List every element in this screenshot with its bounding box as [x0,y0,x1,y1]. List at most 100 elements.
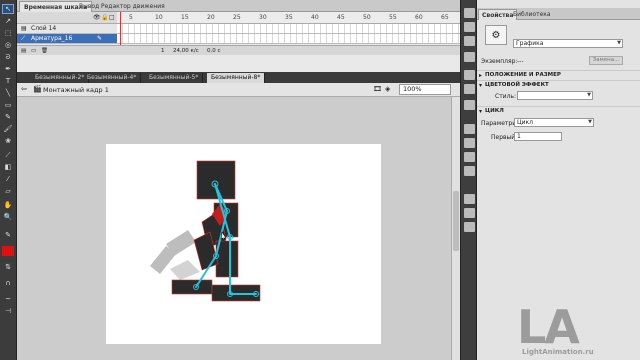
hand-tool-icon[interactable]: ✋ [2,200,14,210]
ruler-tick: 15 [181,14,189,21]
panel-icon[interactable] [464,84,475,94]
panel-icon[interactable] [464,8,475,18]
layer-name: Слой 14 [31,25,57,32]
ruler-tick: 35 [285,14,293,21]
symbol-type-select[interactable]: Графика [513,39,623,48]
stage-canvas[interactable] [106,144,381,344]
ruler-tick: 30 [259,14,267,21]
section-position-size[interactable]: ПОЛОЖЕНИЕ И РАЗМЕР [477,70,640,80]
back-arrow-icon[interactable]: ⇦ [21,85,27,93]
panel-icon[interactable] [464,194,475,204]
eraser-tool-icon[interactable]: ▱ [2,186,14,196]
selection-tool-icon[interactable]: ↖ [2,4,14,14]
panel-icon[interactable] [464,22,475,32]
panel-icon-strip [460,0,477,360]
ruler-tick: 25 [233,14,241,21]
line-tool-icon[interactable]: ╲ [2,88,14,98]
foot-shape[interactable] [171,279,213,295]
timeline-empty-area [17,55,460,72]
section-color-effect[interactable]: ЦВЕТОВОЙ ЭФФЕКТ [477,80,640,90]
style-select[interactable] [517,91,593,100]
torso-shape[interactable] [196,160,236,200]
graphic-symbol-icon: ⚙ [485,25,507,45]
frames-row[interactable] [117,34,460,44]
panel-icon[interactable] [464,166,475,176]
3d-rotation-tool-icon[interactable]: ◎ [2,40,14,50]
panel-icon[interactable] [464,124,475,134]
layer-icon: ▤ [21,25,27,32]
subselection-tool-icon[interactable]: ↗ [2,16,14,26]
panel-icon[interactable] [464,100,475,110]
doc-tab-active[interactable]: Безымянный-8* [207,73,266,83]
doc-tab[interactable]: Безымянный-4* [83,73,142,83]
panel-icon[interactable] [464,152,475,162]
doc-tab[interactable]: Безымянный-2* [31,73,90,83]
document-tabs: Безымянный-2* Безымянный-4* Безымянный-5… [17,72,460,83]
outline-icon[interactable]: □ [109,14,115,21]
straighten-icon[interactable]: ⊣ [2,306,14,316]
pencil-tool-icon[interactable]: ✎ [2,112,14,122]
edit-symbol-icon[interactable]: ◈ [385,85,390,93]
scene-name: Монтажный кадр 1 [43,86,109,94]
ruler-tick: 20 [207,14,215,21]
panel-icon[interactable] [464,70,475,80]
frames-row[interactable] [117,24,460,34]
lock-icon[interactable]: 🔒 [101,14,108,21]
smooth-icon[interactable]: ~ [2,294,14,304]
swap-colors-icon[interactable]: ⇅ [2,262,14,272]
timeline-ruler[interactable]: 5 10 15 20 25 30 35 40 45 50 55 60 65 [117,12,460,24]
panel-icon[interactable] [464,222,475,232]
layer-row-sloy14[interactable]: ▤ Слой 14 [17,24,117,34]
panel-icon[interactable] [464,138,475,148]
panel-icon[interactable] [464,36,475,46]
tools-panel: ↖ ↗ ⬚ ◎ ᘐ ✒ T ╲ ▭ ✎ 🖌 ❀ ⟋ ◧ ⁄ ▱ ✋ 🔍 ✎ ⇅ … [0,0,17,360]
layer-name: Арматура_16 [31,35,73,42]
first-frame-input[interactable]: 1 [514,132,562,141]
lasso-tool-icon[interactable]: ᘐ [2,52,14,62]
properties-panel: Свойства Библиотека ⚙ Графика Экземпляр:… [477,0,640,360]
stroke-color-icon[interactable]: ✎ [2,230,14,240]
scrollbar-thumb[interactable] [453,191,459,251]
tab-motion-editor[interactable]: Редактор движения [97,1,169,12]
deco-tool-icon[interactable]: ❀ [2,136,14,146]
edit-bar: ⇦ 🎬 Монтажный кадр 1 🎞 ◈ 100% [17,83,460,97]
instance-value: --- [517,58,524,65]
panel-icon[interactable] [464,208,475,218]
timeline-footer: ▤ ▭ 🗑 1 24,00 к/с 0,0 с [17,45,460,55]
transform-tool-icon[interactable]: ⬚ [2,28,14,38]
timeline-tabs: Временная шкала Вывод Редактор движения [17,0,460,12]
rectangle-tool-icon[interactable]: ▭ [2,100,14,110]
ruler-tick: 45 [337,14,345,21]
ruler-tick: 40 [311,14,319,21]
armature-layer-icon: ⟋ [21,35,26,42]
loop-params-select[interactable]: Цикл [514,118,594,127]
text-tool-icon[interactable]: T [2,76,14,86]
paint-bucket-icon[interactable]: ◧ [2,162,14,172]
tab-library[interactable]: Библиотека [510,9,554,20]
playhead[interactable] [120,12,121,48]
watermark-text: LightAnimation.ru [522,348,594,356]
bone-tool-icon[interactable]: ⟋ [2,150,14,160]
flash-app-window: ↖ ↗ ⬚ ◎ ᘐ ✒ T ╲ ▭ ✎ 🖌 ❀ ⟋ ◧ ⁄ ▱ ✋ 🔍 ✎ ⇅ … [0,0,640,360]
scene-icon: 🎬 [33,85,42,93]
pen-tool-icon[interactable]: ✒ [2,64,14,74]
zoom-select[interactable]: 100% [399,84,451,95]
fill-color-swatch[interactable] [2,246,14,256]
instance-label: Экземпляр: [481,58,518,65]
pencil-icon: ✎ [97,35,103,42]
eye-icon[interactable]: 👁 [93,14,101,21]
ruler-tick: 65 [441,14,449,21]
stage-vertical-scrollbar[interactable] [451,97,460,360]
snap-icon[interactable]: ∩ [2,278,14,288]
brush-tool-icon[interactable]: 🖌 [2,124,14,134]
swap-button[interactable]: Замена... [589,56,623,65]
stage-area [17,97,451,360]
zoom-tool-icon[interactable]: 🔍 [2,212,14,222]
doc-tab[interactable]: Безымянный-5* [145,73,204,83]
eyedropper-icon[interactable]: ⁄ [2,174,14,184]
ruler-tick: 55 [389,14,397,21]
layer-row-armature[interactable]: ⟋ Арматура_16 ✎ [17,34,117,44]
panel-icon[interactable] [464,52,475,62]
edit-scene-icon[interactable]: 🎞 [373,85,382,93]
section-loop[interactable]: ЦИКЛ [477,106,640,116]
